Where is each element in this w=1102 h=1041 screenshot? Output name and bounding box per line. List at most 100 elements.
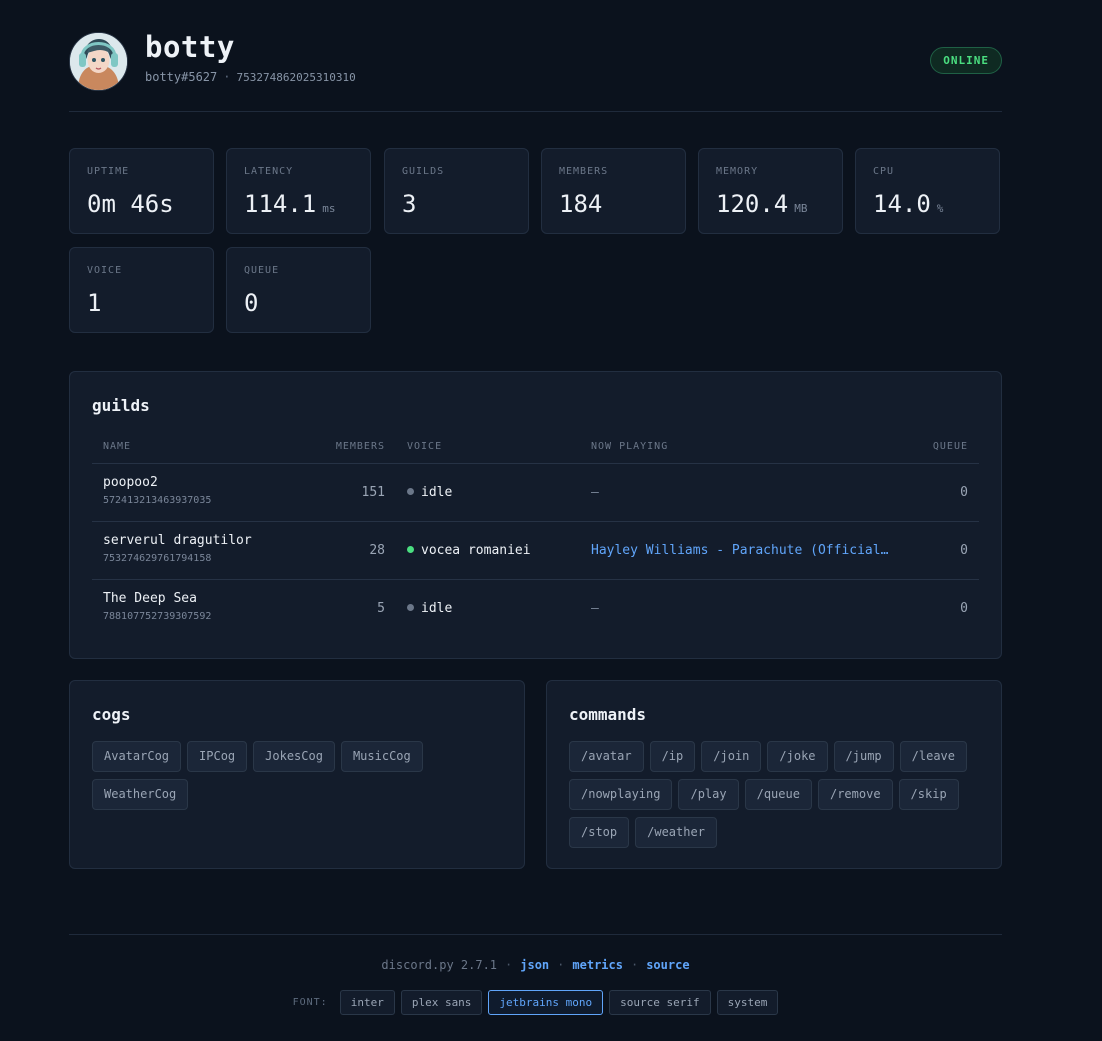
command-chip: /weather (635, 817, 717, 848)
command-chip: /queue (744, 779, 812, 810)
font-switcher: FONT: inter plex sans jetbrains mono sou… (69, 990, 1002, 1015)
table-header: NAME MEMBERS VOICE NOW PLAYING QUEUE (92, 434, 979, 464)
source-link[interactable]: source (646, 958, 689, 972)
json-link[interactable]: json (520, 958, 549, 972)
col-now-playing: NOW PLAYING (591, 441, 669, 452)
guild-voice: idle (407, 485, 452, 500)
dashboard: botty botty#5627 · 753274862025310310 ONLI… (69, 0, 1002, 1015)
stat-value: 1 (87, 289, 101, 317)
stat-value: 184 (559, 190, 602, 218)
guild-id: 753274629761794158 (103, 553, 212, 564)
stat-label: LATENCY (244, 166, 294, 177)
metrics-link[interactable]: metrics (572, 958, 623, 972)
font-label: FONT: (292, 997, 328, 1008)
guild-queue: 0 (960, 601, 968, 616)
command-chip: /join (701, 741, 762, 772)
footer: discord.py 2.7.1 · json · metrics · source FON… (69, 934, 1002, 1015)
command-chip: /avatar (569, 741, 644, 772)
command-chip: /leave (899, 741, 967, 772)
separator-dot: · (223, 70, 231, 84)
stat-voice: VOICE 1 (69, 247, 214, 333)
table-row: serverul dragutilor 753274629761794158 2… (92, 522, 979, 580)
stat-number: 184 (559, 190, 603, 218)
guilds-table: NAME MEMBERS VOICE NOW PLAYING QUEUE poo… (92, 434, 979, 637)
font-button-plex-sans[interactable]: plex sans (400, 990, 483, 1015)
stat-unit: % (936, 202, 944, 215)
guilds-title: guilds (92, 396, 150, 415)
command-chip: /jump (833, 741, 894, 772)
col-voice: VOICE (407, 441, 443, 452)
command-chip: /joke (767, 741, 828, 772)
guild-voice: idle (407, 601, 452, 616)
stat-members: MEMBERS 184 (541, 148, 686, 234)
guild-members: 5 (377, 601, 385, 616)
bot-tag: botty#5627 (145, 70, 218, 84)
voice-status-dot (407, 604, 414, 611)
voice-status-dot (407, 488, 414, 495)
guilds-panel: guilds NAME MEMBERS VOICE NOW PLAYING QU… (69, 371, 1002, 659)
command-chip: /ip (649, 741, 696, 772)
command-chip: /remove (817, 779, 893, 810)
separator-dot: · (505, 958, 513, 972)
now-playing: — (591, 601, 599, 616)
font-button-inter[interactable]: inter (339, 990, 395, 1015)
stat-number: 3 (402, 190, 417, 218)
font-button-source-serif[interactable]: source serif (609, 990, 711, 1015)
stat-number: 14.0 (873, 190, 931, 218)
cogs-panel: cogs AvatarCog IPCog JokesCog MusicCog W… (69, 680, 525, 869)
stat-guilds: GUILDS 3 (384, 148, 529, 234)
bot-id: 753274862025310310 (236, 71, 356, 84)
guild-id: 788107752739307592 (103, 611, 212, 622)
stat-cpu: CPU 14.0% (855, 148, 1000, 234)
guild-members: 28 (369, 543, 385, 558)
guild-members: 151 (361, 485, 385, 500)
bot-avatar (69, 32, 128, 91)
stat-number: 0m 46s (87, 190, 174, 218)
stat-value: 14.0% (873, 190, 943, 218)
stat-value: 114.1 ms (244, 190, 336, 218)
guild-voice: vocea romaniei (407, 543, 531, 558)
command-chip: /play (678, 779, 739, 810)
cog-chip: WeatherCog (92, 779, 189, 810)
cog-chip: AvatarCog (92, 741, 182, 772)
now-playing-link[interactable]: Hayley Williams - Parachute (Official V… (591, 543, 896, 558)
status-badge: ONLINE (930, 47, 1002, 74)
library-version: discord.py 2.7.1 (381, 958, 498, 972)
voice-channel: idle (421, 485, 453, 500)
stat-label: VOICE (87, 265, 123, 276)
commands-title: commands (569, 705, 647, 724)
guild-id: 572413213463937035 (103, 495, 212, 506)
table-row: poopoo2 572413213463937035 151 idle — 0 (92, 464, 979, 522)
bot-header: botty botty#5627 · 753274862025310310 ONLI… (69, 0, 1002, 112)
cogs-list: AvatarCog IPCog JokesCog MusicCog Weathe… (92, 741, 502, 810)
command-chip: /stop (569, 817, 630, 848)
font-button-jetbrains-mono[interactable]: jetbrains mono (488, 990, 604, 1015)
commands-list: /avatar /ip /join /joke /jump /leave /no… (569, 741, 979, 848)
stat-number: 114.1 (244, 190, 317, 218)
command-chip: /skip (898, 779, 959, 810)
stat-label: MEMBERS (559, 166, 609, 177)
guild-name: poopoo2 (103, 475, 158, 490)
cogs-title: cogs (92, 705, 131, 724)
cog-chip: IPCog (187, 741, 248, 772)
stat-number: 120.4 (716, 190, 789, 218)
bot-subtitle: botty#5627 · 753274862025310310 (145, 70, 356, 84)
commands-panel: commands /avatar /ip /join /joke /jump /… (546, 680, 1002, 869)
col-name: NAME (103, 441, 132, 452)
separator-dot: · (557, 958, 565, 972)
col-queue: QUEUE (932, 441, 968, 452)
stat-value: 120.4 MB (716, 190, 808, 218)
font-button-system[interactable]: system (716, 990, 779, 1015)
stat-value: 0m 46s (87, 190, 174, 218)
guild-queue: 0 (960, 485, 968, 500)
cog-chip: MusicCog (340, 741, 423, 772)
table-row: The Deep Sea 788107752739307592 5 idle —… (92, 580, 979, 637)
col-members: MEMBERS (335, 441, 385, 452)
stat-label: UPTIME (87, 166, 130, 177)
stat-unit: ms (322, 202, 336, 215)
stat-label: CPU (873, 166, 895, 177)
stat-queue: QUEUE 0 (226, 247, 371, 333)
voice-channel: vocea romaniei (421, 543, 531, 558)
stat-label: QUEUE (244, 265, 280, 276)
stat-label: MEMORY (716, 166, 759, 177)
